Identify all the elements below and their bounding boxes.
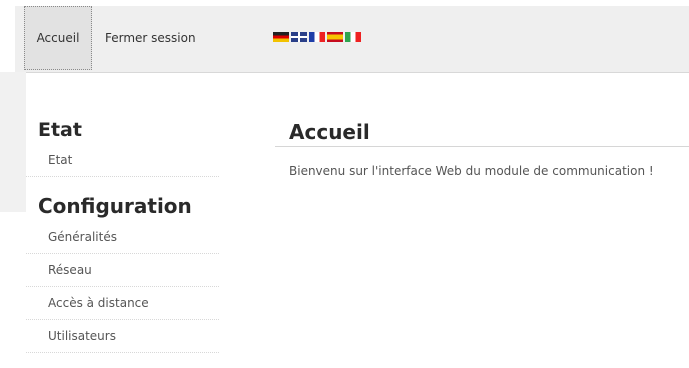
logout-nav-button[interactable]: Fermer session <box>105 6 215 70</box>
flag-es-icon[interactable] <box>327 32 343 42</box>
welcome-message: Bienvenu sur l'interface Web du module d… <box>289 164 654 178</box>
flag-gb-icon[interactable] <box>291 32 307 42</box>
sidebar-item-etat[interactable]: Etat <box>26 144 219 177</box>
language-flags <box>273 32 361 42</box>
flag-fr-icon[interactable] <box>309 32 325 42</box>
flag-it-icon[interactable] <box>345 32 361 42</box>
sidebar: Etat Etat Configuration Généralités Rése… <box>26 86 219 353</box>
sidebar-section-etat-title: Etat <box>38 119 82 141</box>
sidebar-section-configuration-title: Configuration <box>38 194 192 218</box>
flag-de-icon[interactable] <box>273 32 289 42</box>
sidebar-item-generalites[interactable]: Généralités <box>26 221 219 254</box>
sidebar-item-acces-distance[interactable]: Accès à distance <box>26 287 219 320</box>
title-divider <box>275 146 689 147</box>
left-gutter <box>0 72 26 212</box>
sidebar-item-utilisateurs[interactable]: Utilisateurs <box>26 320 219 353</box>
sidebar-item-reseau[interactable]: Réseau <box>26 254 219 287</box>
home-nav-button[interactable]: Accueil <box>24 6 92 70</box>
main-content: Accueil <box>289 119 689 145</box>
page-title: Accueil <box>289 120 370 144</box>
top-navbar: Accueil Fermer session <box>15 6 689 73</box>
